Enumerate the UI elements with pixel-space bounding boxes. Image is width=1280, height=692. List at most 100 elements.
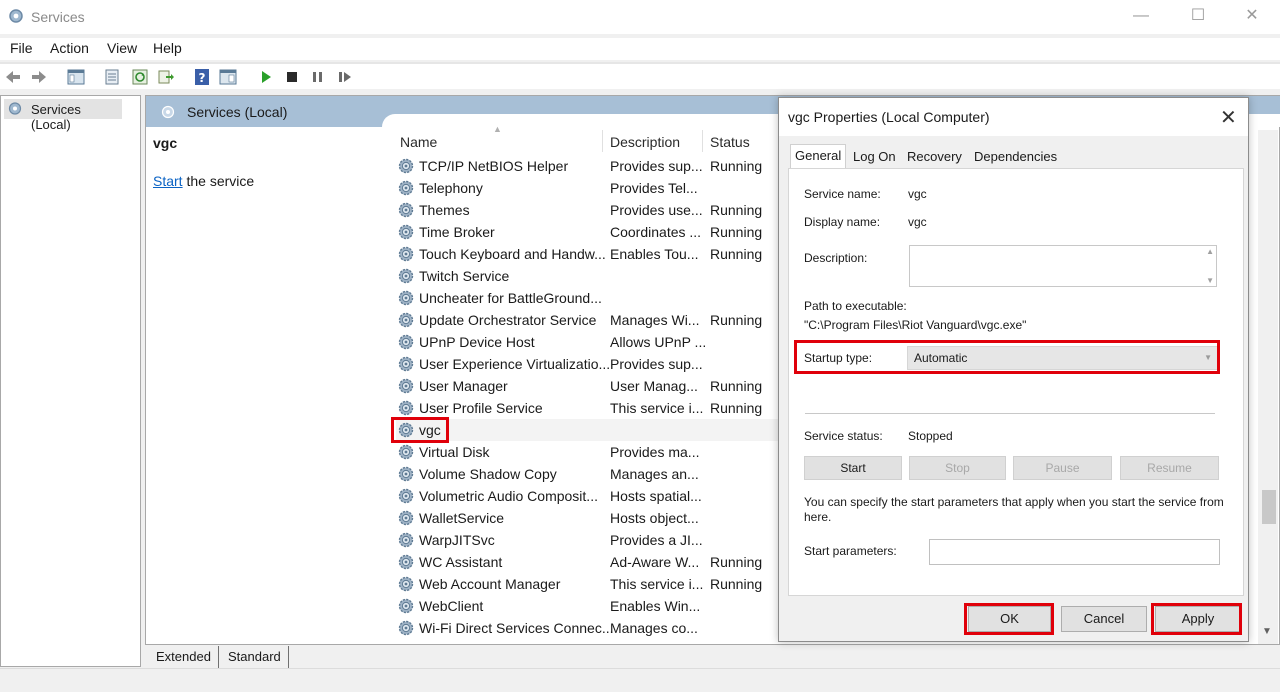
service-gear-icon bbox=[398, 246, 414, 262]
service-name-cell: Time Broker bbox=[419, 224, 495, 240]
service-name-label: Service name: bbox=[804, 187, 881, 201]
back-arrow-icon[interactable] bbox=[4, 68, 22, 86]
services-gear-icon bbox=[8, 102, 22, 115]
console-tree-icon[interactable] bbox=[67, 68, 85, 86]
services-gear-icon bbox=[9, 9, 23, 23]
service-name-cell: Volumetric Audio Composit... bbox=[419, 488, 598, 504]
pause-button[interactable]: Pause bbox=[1013, 456, 1112, 480]
path-label: Path to executable: bbox=[804, 299, 907, 313]
stop-button[interactable]: Stop bbox=[909, 456, 1006, 480]
service-gear-icon bbox=[398, 554, 414, 570]
service-status-cell: Running bbox=[710, 378, 763, 394]
pause-service-icon[interactable] bbox=[309, 68, 327, 86]
column-header-status[interactable]: Status bbox=[710, 134, 750, 150]
show-pane-icon[interactable] bbox=[219, 68, 237, 86]
service-gear-icon bbox=[398, 620, 414, 636]
ok-highlight-box bbox=[964, 603, 1054, 635]
service-gear-icon bbox=[398, 202, 414, 218]
help-icon[interactable]: ? bbox=[193, 68, 211, 86]
tab-log-on[interactable]: Log On bbox=[849, 146, 900, 168]
service-status-cell: Running bbox=[710, 312, 763, 328]
status-bar bbox=[0, 668, 1280, 692]
tab-standard[interactable]: Standard bbox=[221, 646, 289, 668]
service-description-cell: Provides sup... bbox=[610, 158, 703, 174]
properties-sheet-icon[interactable] bbox=[103, 68, 121, 86]
service-name-cell: UPnP Device Host bbox=[419, 334, 535, 350]
service-description-cell: Provides a JI... bbox=[610, 532, 703, 548]
service-name-cell: WC Assistant bbox=[419, 554, 503, 570]
column-header-name[interactable]: Name bbox=[400, 134, 437, 150]
service-name-cell: Virtual Disk bbox=[419, 444, 490, 460]
service-name-cell: Update Orchestrator Service bbox=[419, 312, 597, 328]
service-name-cell: Volume Shadow Copy bbox=[419, 466, 557, 482]
start-parameters-info: You can specify the start parameters tha… bbox=[804, 495, 1224, 524]
dialog-tabs: General Log On Recovery Dependencies bbox=[788, 144, 1243, 169]
refresh-icon[interactable] bbox=[131, 68, 149, 86]
service-gear-icon bbox=[398, 510, 414, 526]
minimize-button[interactable]: — bbox=[1131, 6, 1151, 26]
menu-action[interactable]: Action bbox=[50, 40, 89, 56]
description-box[interactable]: ▲ ▼ bbox=[909, 245, 1217, 287]
search-gear-icon bbox=[161, 105, 175, 119]
scroll-down-icon[interactable]: ▼ bbox=[1262, 626, 1272, 637]
service-gear-icon bbox=[398, 290, 414, 306]
scrollbar-thumb[interactable] bbox=[1262, 490, 1276, 524]
service-gear-icon bbox=[398, 334, 414, 350]
service-description-cell: Provides Tel... bbox=[610, 180, 698, 196]
service-gear-icon bbox=[398, 444, 414, 460]
forward-arrow-icon[interactable] bbox=[30, 68, 48, 86]
service-gear-icon bbox=[398, 378, 414, 394]
list-scrollbar[interactable]: ▼ bbox=[1258, 130, 1278, 644]
service-gear-icon bbox=[398, 356, 414, 372]
start-service-link[interactable]: Start bbox=[153, 173, 183, 189]
general-tab-panel: Service name: vgc Display name: vgc Desc… bbox=[788, 168, 1244, 596]
service-name-cell: WarpJITSvc bbox=[419, 532, 495, 548]
service-name-value: vgc bbox=[908, 187, 927, 201]
scroll-up-icon[interactable]: ▲ bbox=[1206, 247, 1214, 256]
export-list-icon[interactable] bbox=[157, 68, 175, 86]
dialog-close-icon[interactable]: ✕ bbox=[1220, 105, 1237, 130]
service-gear-icon bbox=[398, 312, 414, 328]
service-description-cell: Hosts object... bbox=[610, 510, 699, 526]
start-button[interactable]: Start bbox=[804, 456, 902, 480]
service-status-label: Service status: bbox=[804, 429, 883, 443]
column-header-description[interactable]: Description bbox=[610, 134, 680, 150]
resume-button[interactable]: Resume bbox=[1120, 456, 1219, 480]
service-description-cell: Allows UPnP ... bbox=[610, 334, 707, 350]
start-service-action: Start the service bbox=[153, 173, 255, 189]
services-window: Services — ☐ ✕ File Action View Help ? S… bbox=[0, 0, 1280, 692]
tree-node-services-local[interactable]: Services (Local) bbox=[4, 99, 122, 132]
close-window-button[interactable]: ✕ bbox=[1242, 6, 1262, 26]
dialog-title: vgc Properties (Local Computer) bbox=[788, 109, 990, 125]
service-name-cell: TCP/IP NetBIOS Helper bbox=[419, 158, 569, 174]
menu-file[interactable]: File bbox=[10, 40, 33, 56]
tab-recovery[interactable]: Recovery bbox=[903, 146, 966, 168]
service-name-cell: Twitch Service bbox=[419, 268, 510, 284]
tree-node-label: Services (Local) bbox=[31, 102, 81, 132]
start-service-icon[interactable] bbox=[257, 68, 275, 86]
menu-help[interactable]: Help bbox=[153, 40, 182, 56]
service-name-cell: User Manager bbox=[419, 378, 508, 394]
tab-extended[interactable]: Extended bbox=[149, 646, 219, 668]
tab-dependencies[interactable]: Dependencies bbox=[970, 146, 1061, 168]
description-label: Description: bbox=[804, 251, 868, 265]
service-description-cell: Manages an... bbox=[610, 466, 699, 482]
stop-service-icon[interactable] bbox=[283, 68, 301, 86]
service-status-cell: Running bbox=[710, 554, 763, 570]
service-gear-icon bbox=[398, 224, 414, 240]
resume-service-icon[interactable] bbox=[336, 68, 354, 86]
service-name-cell: Touch Keyboard and Handw... bbox=[419, 246, 606, 262]
service-description-cell: Enables Tou... bbox=[610, 246, 699, 262]
tab-general[interactable]: General bbox=[790, 144, 847, 169]
scroll-down-icon[interactable]: ▼ bbox=[1206, 276, 1214, 285]
service-description-cell: Enables Win... bbox=[610, 598, 701, 614]
maximize-button[interactable]: ☐ bbox=[1188, 6, 1208, 26]
service-name-cell: Themes bbox=[419, 202, 470, 218]
cancel-button[interactable]: Cancel bbox=[1061, 606, 1147, 632]
start-parameters-input[interactable] bbox=[929, 539, 1220, 565]
service-description-cell: Provides sup... bbox=[610, 356, 703, 372]
service-gear-icon bbox=[398, 532, 414, 548]
sort-ascending-icon: ▲ bbox=[493, 124, 502, 134]
menu-view[interactable]: View bbox=[107, 40, 137, 56]
view-tabs: Extended Standard bbox=[145, 646, 745, 668]
